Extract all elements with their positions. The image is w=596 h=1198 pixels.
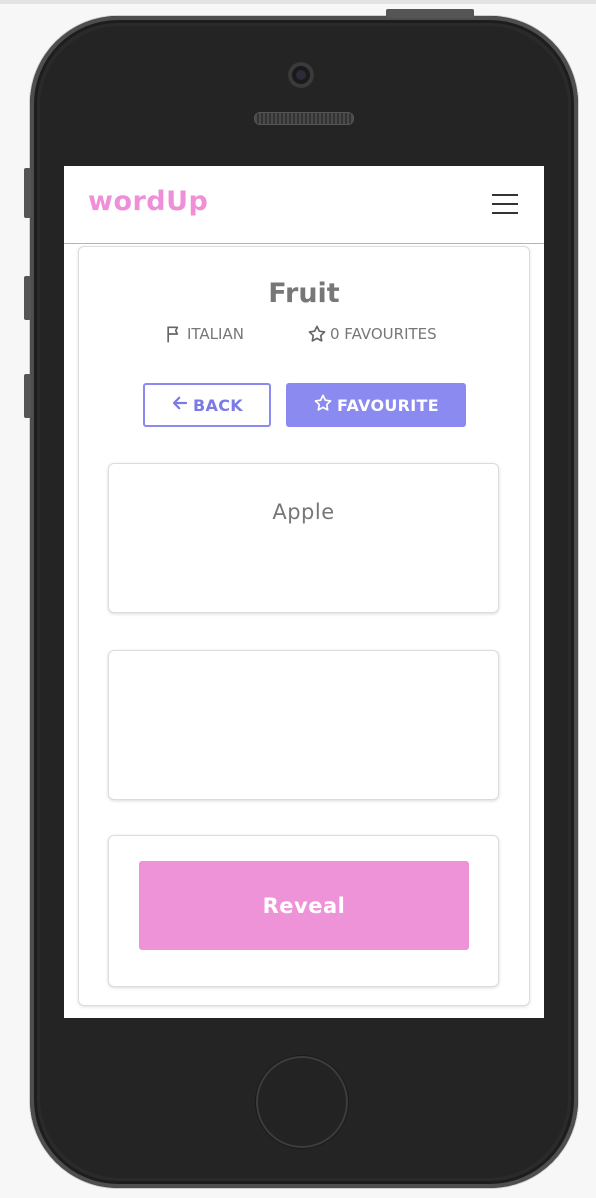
- star-outline-icon: [307, 324, 327, 344]
- phone-camera: [288, 62, 314, 88]
- phone-volume-down-button: [24, 374, 31, 418]
- navbar: wordUp: [64, 166, 544, 244]
- flag-icon: [164, 324, 184, 344]
- favourite-button[interactable]: FAVOURITE: [286, 383, 466, 427]
- phone-speaker: [254, 112, 354, 125]
- deck-favourites: 0 FAVOURITES: [307, 324, 437, 344]
- deck-language-label: ITALIAN: [187, 325, 244, 343]
- deck-language: ITALIAN: [164, 324, 244, 344]
- flashcard-front[interactable]: Apple: [108, 463, 499, 613]
- star-outline-icon: [313, 393, 333, 417]
- deck-title: Fruit: [268, 278, 340, 309]
- reveal-button[interactable]: Reveal: [139, 861, 469, 950]
- phone-volume-up-button: [24, 276, 31, 320]
- browser-top-strip: [0, 0, 596, 4]
- phone-power-button: [386, 9, 474, 18]
- deck-favourites-count: 0 FAVOURITES: [330, 325, 437, 343]
- reveal-card: Reveal: [108, 835, 499, 987]
- hamburger-menu-icon[interactable]: [492, 194, 518, 214]
- app-screen: wordUp Fruit ITALIAN 0 FAVOURITES BACK F…: [64, 166, 544, 1018]
- favourite-button-label: FAVOURITE: [337, 395, 439, 415]
- phone-home-button[interactable]: [256, 1056, 348, 1148]
- flashcard-front-word: Apple: [272, 500, 335, 524]
- arrow-left-icon: [171, 394, 189, 416]
- brand-logo[interactable]: wordUp: [88, 186, 208, 217]
- phone-silent-switch: [24, 168, 31, 218]
- back-button[interactable]: BACK: [143, 383, 271, 427]
- flashcard-back[interactable]: [108, 650, 499, 800]
- back-button-label: BACK: [193, 395, 243, 415]
